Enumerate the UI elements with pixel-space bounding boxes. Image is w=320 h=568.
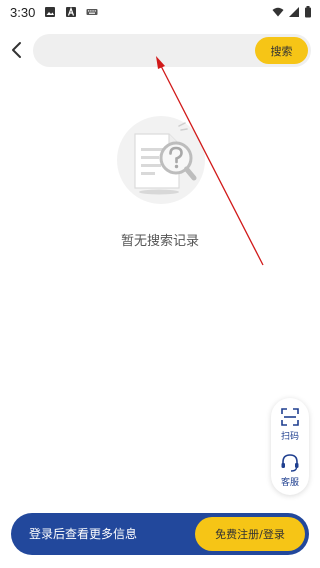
register-login-label: 免费注册/登录 (215, 528, 285, 541)
search-button[interactable]: 搜索 (255, 37, 308, 64)
scan-button[interactable]: 扫码 (271, 400, 309, 442)
search-input[interactable] (45, 34, 250, 67)
wifi-icon (272, 6, 284, 18)
empty-state-message: 暂无搜索记录 (120, 234, 199, 249)
login-prompt-text: 登录后查看更多信息 (29, 527, 138, 541)
chevron-left-icon (12, 42, 21, 58)
headset-icon (281, 454, 299, 472)
battery-icon (304, 6, 312, 18)
search-button-label: 搜索 (270, 44, 293, 58)
status-left: 3:30 (10, 5, 98, 20)
keyboard-icon (86, 6, 98, 18)
login-banner: 登录后查看更多信息 免费注册/登录 (11, 513, 309, 555)
register-login-button[interactable]: 免费注册/登录 (195, 517, 305, 551)
search-bar: 搜索 (33, 34, 311, 67)
status-time: 3:30 (10, 4, 36, 20)
search-document-icon (113, 112, 209, 210)
customer-service-button[interactable]: 客服 (271, 446, 309, 488)
scan-label: 扫码 (280, 432, 299, 442)
scan-icon (281, 408, 299, 426)
status-bar: 3:30 (0, 0, 320, 24)
customer-service-label: 客服 (280, 478, 299, 488)
floating-tool-panel: 扫码 客服 (271, 398, 309, 495)
a-letter-icon (65, 6, 77, 18)
back-button[interactable] (6, 39, 26, 61)
image-icon (44, 6, 56, 18)
signal-icon (288, 6, 300, 18)
status-right (272, 6, 312, 18)
